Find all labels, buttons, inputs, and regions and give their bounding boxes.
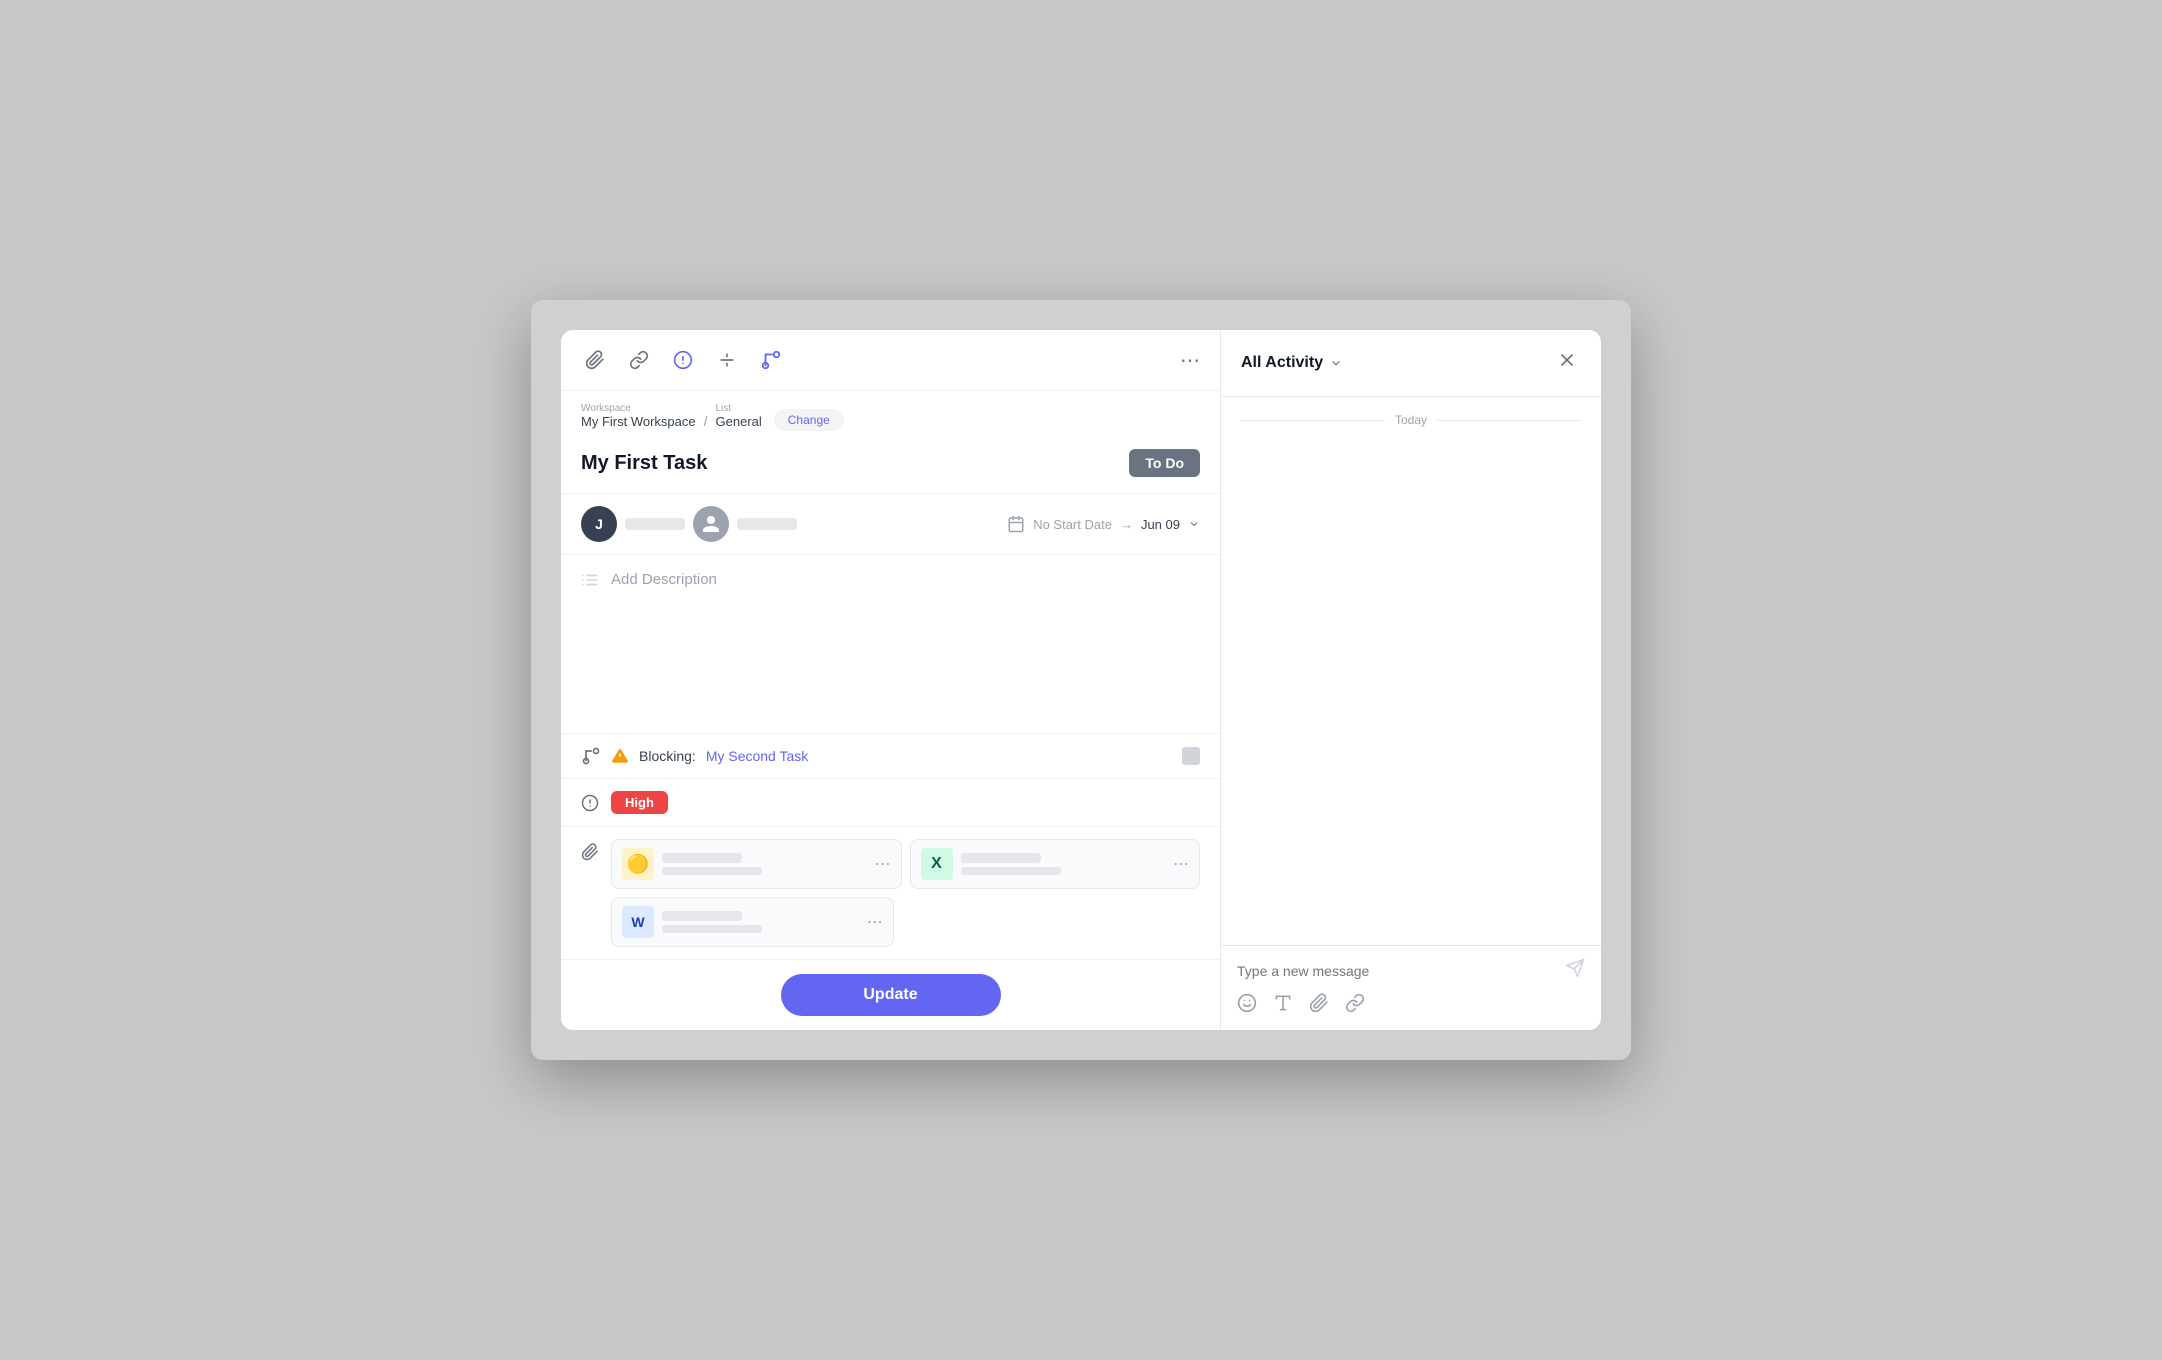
attachment-teams-info — [662, 853, 867, 875]
message-input[interactable] — [1237, 963, 1557, 979]
calendar-icon — [1007, 515, 1025, 533]
attachment-teams[interactable]: 🟡 ⋯ — [611, 839, 902, 889]
toolbar: ⋯ — [561, 330, 1220, 391]
attachment-word-more-icon[interactable]: ⋯ — [867, 912, 883, 932]
task-detail-panel: ⋯ Workspace My First Workspace / List Ge… — [561, 330, 1221, 1030]
attachment-word-info — [662, 911, 859, 933]
close-x-icon — [1557, 350, 1577, 370]
text-format-icon[interactable] — [1273, 993, 1293, 1018]
attachment-grid: 🟡 ⋯ X — [611, 839, 1200, 947]
list-value[interactable]: General — [716, 414, 762, 429]
attachments-paperclip-icon — [581, 843, 599, 861]
attachment-tool-icon[interactable] — [1309, 993, 1329, 1018]
divider-line-right — [1437, 420, 1581, 421]
no-start-date-label: No Start Date — [1033, 517, 1112, 532]
send-button[interactable] — [1565, 958, 1585, 983]
description-icon — [581, 571, 599, 589]
date-arrow: → — [1120, 517, 1133, 532]
warning-icon — [611, 747, 629, 765]
blocking-checkbox[interactable] — [1182, 747, 1200, 765]
breadcrumb-separator: / — [704, 413, 708, 429]
workspace-value[interactable]: My First Workspace — [581, 414, 696, 429]
assignees-section: J — [581, 506, 797, 542]
emoji-icon[interactable] — [1237, 993, 1257, 1018]
attachment-excel-more-icon[interactable]: ⋯ — [1173, 854, 1189, 874]
task-header: My First Task To Do — [561, 437, 1220, 494]
paperclip-icon[interactable] — [581, 346, 609, 374]
today-divider: Today — [1241, 413, 1581, 427]
workspace-label: Workspace — [581, 403, 696, 414]
blocking-task-link[interactable]: My Second Task — [706, 748, 808, 764]
priority-icon — [581, 794, 599, 812]
description-placeholder[interactable]: Add Description — [611, 571, 717, 588]
blocking-label: Blocking: — [639, 748, 696, 764]
activity-panel: All Activity Today — [1221, 330, 1601, 1030]
attachment-row-1: 🟡 ⋯ X — [611, 839, 1200, 889]
assignee-name-blur-2 — [737, 518, 797, 530]
attachment-word-name-blur — [662, 911, 742, 921]
activity-title: All Activity — [1241, 354, 1323, 372]
blocking-section: Blocking: My Second Task — [561, 734, 1220, 779]
excel-thumb: X — [921, 848, 953, 880]
attachment-name-blur — [662, 853, 742, 863]
link-tool-icon[interactable] — [1345, 993, 1365, 1018]
date-range[interactable]: No Start Date → Jun 09 — [1007, 515, 1200, 533]
priority-badge[interactable]: High — [611, 791, 668, 814]
attachment-excel-meta-blur — [961, 867, 1061, 875]
attachment-row-2: W ⋯ — [611, 897, 1200, 947]
more-options-icon[interactable]: ⋯ — [1180, 348, 1200, 373]
update-row: Update — [561, 959, 1220, 1030]
change-button[interactable]: Change — [774, 409, 844, 431]
task-title[interactable]: My First Task — [581, 452, 707, 475]
today-label: Today — [1395, 413, 1427, 427]
send-icon — [1565, 958, 1585, 978]
close-button[interactable] — [1553, 346, 1581, 380]
attachment-meta-blur — [662, 867, 762, 875]
end-date-value: Jun 09 — [1141, 517, 1180, 532]
avatar-photo[interactable] — [693, 506, 729, 542]
activity-selector[interactable]: All Activity — [1241, 354, 1343, 372]
attachments-section: 🟡 ⋯ X — [561, 827, 1220, 959]
list-label: List — [716, 403, 762, 414]
attachment-excel-name-blur — [961, 853, 1041, 863]
message-input-row — [1237, 958, 1585, 983]
alert-circle-icon[interactable] — [669, 346, 697, 374]
strikethrough-icon[interactable] — [713, 346, 741, 374]
connections-icon[interactable] — [757, 346, 785, 374]
activity-chevron-icon — [1329, 356, 1343, 370]
avatar-j[interactable]: J — [581, 506, 617, 542]
attachment-excel[interactable]: X ⋯ — [910, 839, 1201, 889]
divider-line-left — [1241, 420, 1385, 421]
blocking-connections-icon — [581, 746, 601, 766]
priority-section: High — [561, 779, 1220, 827]
word-thumb: W — [622, 906, 654, 938]
assignees-date-row: J No Start Date → Jun 09 — [561, 494, 1220, 555]
chevron-down-icon — [1188, 518, 1200, 530]
attachment-word-meta-blur — [662, 925, 762, 933]
message-input-area — [1221, 945, 1601, 1030]
assignee-name-blur-1 — [625, 518, 685, 530]
breadcrumb: Workspace My First Workspace / List Gene… — [561, 391, 1220, 437]
activity-feed: Today — [1221, 397, 1601, 945]
status-badge[interactable]: To Do — [1129, 449, 1200, 477]
teams-thumb: 🟡 — [622, 848, 654, 880]
message-tools — [1237, 993, 1585, 1018]
link-icon[interactable] — [625, 346, 653, 374]
update-button[interactable]: Update — [781, 974, 1001, 1016]
activity-header: All Activity — [1221, 330, 1601, 397]
attachment-word[interactable]: W ⋯ — [611, 897, 894, 947]
attachment-excel-info — [961, 853, 1166, 875]
description-section[interactable]: Add Description — [561, 555, 1220, 734]
attachment-more-icon[interactable]: ⋯ — [875, 854, 891, 874]
